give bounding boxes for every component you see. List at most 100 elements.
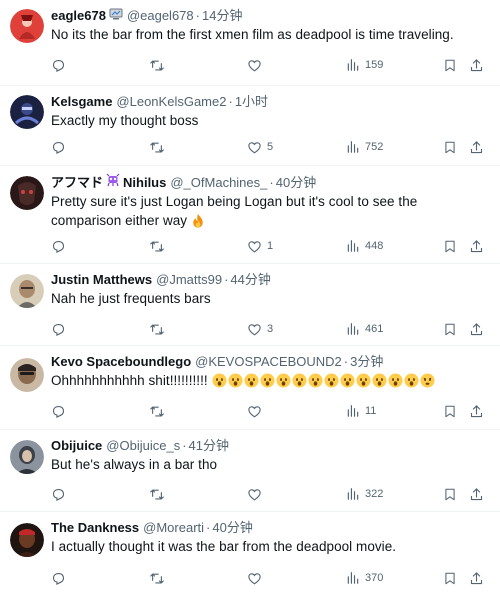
astonished-face-emoji xyxy=(308,373,323,393)
reply-button[interactable] xyxy=(51,318,66,340)
bookmark-icon xyxy=(445,572,455,584)
retweet-button[interactable] xyxy=(149,136,165,158)
reply-icon xyxy=(52,323,65,336)
views-button[interactable]: 11 xyxy=(346,400,376,422)
fire-emoji xyxy=(191,213,205,233)
like-button[interactable]: 1 xyxy=(247,235,273,257)
share-button[interactable] xyxy=(469,136,484,158)
timestamp[interactable]: 1小时 xyxy=(235,93,268,111)
reply-item[interactable]: eagle678 @eagel678 · 14分钟 No its the bar… xyxy=(0,0,500,86)
avatar[interactable] xyxy=(10,176,44,210)
user-handle[interactable]: @KEVOSPACEBOUND2 xyxy=(195,353,342,371)
reply-header: アフマド Nihilus @_OfMachines_ · 40分钟 xyxy=(51,173,488,192)
retweet-button[interactable] xyxy=(149,400,165,422)
timestamp[interactable]: 40分钟 xyxy=(276,174,316,192)
user-handle[interactable]: @Jmatts99 xyxy=(156,271,222,289)
retweet-button[interactable] xyxy=(149,235,165,257)
user-handle[interactable]: @_OfMachines_ xyxy=(170,174,267,192)
views-button[interactable]: 370 xyxy=(346,567,383,589)
timestamp[interactable]: 14分钟 xyxy=(202,7,242,25)
user-handle[interactable]: @LeonKelsGame2 xyxy=(116,93,226,111)
reply-button[interactable] xyxy=(51,136,66,158)
retweet-button[interactable] xyxy=(149,318,165,340)
reply-item[interactable]: Kevo Spaceboundlego @KEVOSPACEBOUND2 · 3… xyxy=(0,346,500,430)
bookmark-button[interactable] xyxy=(443,483,457,505)
reply-text: Ohhhhhhhhhhh shit!!!!!!!!!! xyxy=(51,371,488,393)
views-button[interactable]: 448 xyxy=(346,235,383,257)
reply-text-body: Pretty sure it's just Logan being Logan … xyxy=(51,194,418,228)
views-button[interactable]: 159 xyxy=(346,54,383,76)
user-handle[interactable]: @Obijuice_s xyxy=(106,437,180,455)
reply-header: Kevo Spaceboundlego @KEVOSPACEBOUND2 · 3… xyxy=(51,353,384,371)
reply-icon xyxy=(52,59,65,72)
reply-button[interactable] xyxy=(51,483,66,505)
reply-text: No its the bar from the first xmen film … xyxy=(51,27,454,42)
reply-item[interactable]: The Dankness @Morearti · 40分钟 I actually… xyxy=(0,512,500,597)
timestamp[interactable]: 40分钟 xyxy=(212,519,252,537)
like-button[interactable] xyxy=(247,567,267,589)
astonished-face-emoji xyxy=(324,373,339,393)
reply-button[interactable] xyxy=(51,54,66,76)
reply-item[interactable]: Kelsgame @LeonKelsGame2 · 1小时 Exactly my… xyxy=(0,86,500,166)
retweet-button[interactable] xyxy=(149,567,165,589)
view-count: 159 xyxy=(365,59,384,71)
share-button[interactable] xyxy=(469,235,484,257)
user-handle[interactable]: @eagel678 xyxy=(127,7,194,25)
like-count: 1 xyxy=(267,240,274,252)
avatar[interactable] xyxy=(10,523,44,557)
like-button[interactable] xyxy=(247,483,267,505)
bookmark-button[interactable] xyxy=(443,567,457,589)
share-icon xyxy=(470,58,483,71)
share-button[interactable] xyxy=(469,54,484,76)
like-button[interactable] xyxy=(247,400,267,422)
display-name[interactable]: Kevo Spaceboundlego xyxy=(51,353,191,371)
reply-button[interactable] xyxy=(51,400,66,422)
reply-item[interactable]: アフマド Nihilus @_OfMachines_ · 40分钟 Pretty… xyxy=(0,166,500,264)
display-name[interactable]: eagle678 xyxy=(51,7,106,25)
views-button[interactable]: 752 xyxy=(346,136,383,158)
share-button[interactable] xyxy=(469,483,484,505)
view-count: 461 xyxy=(365,323,384,335)
like-button[interactable] xyxy=(247,54,267,76)
reply-item[interactable]: Justin Matthews @Jmatts99 · 44分钟 Nah he … xyxy=(0,264,500,346)
timestamp[interactable]: 3分钟 xyxy=(350,353,383,371)
reply-button[interactable] xyxy=(51,235,66,257)
view-count: 322 xyxy=(365,488,384,500)
action-bar: 159 xyxy=(51,54,486,76)
display-name[interactable]: Obijuice xyxy=(51,437,102,455)
bookmark-button[interactable] xyxy=(443,318,457,340)
share-button[interactable] xyxy=(469,567,484,589)
astonished-face-emoji xyxy=(276,373,291,393)
retweet-button[interactable] xyxy=(149,54,165,76)
avatar[interactable] xyxy=(10,358,44,392)
bookmark-button[interactable] xyxy=(443,235,457,257)
display-name-suffix[interactable]: Nihilus xyxy=(123,174,166,192)
display-name[interactable]: Justin Matthews xyxy=(51,271,152,289)
avatar[interactable] xyxy=(10,95,44,129)
bookmark-button[interactable] xyxy=(443,136,457,158)
reply-text: But he's always in a bar tho xyxy=(51,457,218,472)
display-name[interactable]: Kelsgame xyxy=(51,93,112,111)
astonished-face-emoji xyxy=(292,373,307,393)
like-button[interactable]: 3 xyxy=(247,318,273,340)
avatar[interactable] xyxy=(10,274,44,308)
share-icon xyxy=(470,140,483,153)
like-button[interactable]: 5 xyxy=(247,136,273,158)
reply-item[interactable]: Obijuice @Obijuice_s · 41分钟 But he's alw… xyxy=(0,430,500,512)
views-icon xyxy=(347,141,359,153)
bookmark-button[interactable] xyxy=(443,400,457,422)
display-name[interactable]: アフマド xyxy=(51,174,103,192)
reply-button[interactable] xyxy=(51,567,66,589)
bookmark-button[interactable] xyxy=(443,54,457,76)
timestamp[interactable]: 41分钟 xyxy=(189,437,229,455)
share-button[interactable] xyxy=(469,400,484,422)
retweet-button[interactable] xyxy=(149,483,165,505)
views-button[interactable]: 461 xyxy=(346,318,383,340)
timestamp[interactable]: 44分钟 xyxy=(230,271,270,289)
views-button[interactable]: 322 xyxy=(346,483,383,505)
share-button[interactable] xyxy=(469,318,484,340)
display-name[interactable]: The Dankness xyxy=(51,519,139,537)
user-handle[interactable]: @Morearti xyxy=(143,519,204,537)
avatar[interactable] xyxy=(10,9,44,43)
avatar[interactable] xyxy=(10,440,44,474)
